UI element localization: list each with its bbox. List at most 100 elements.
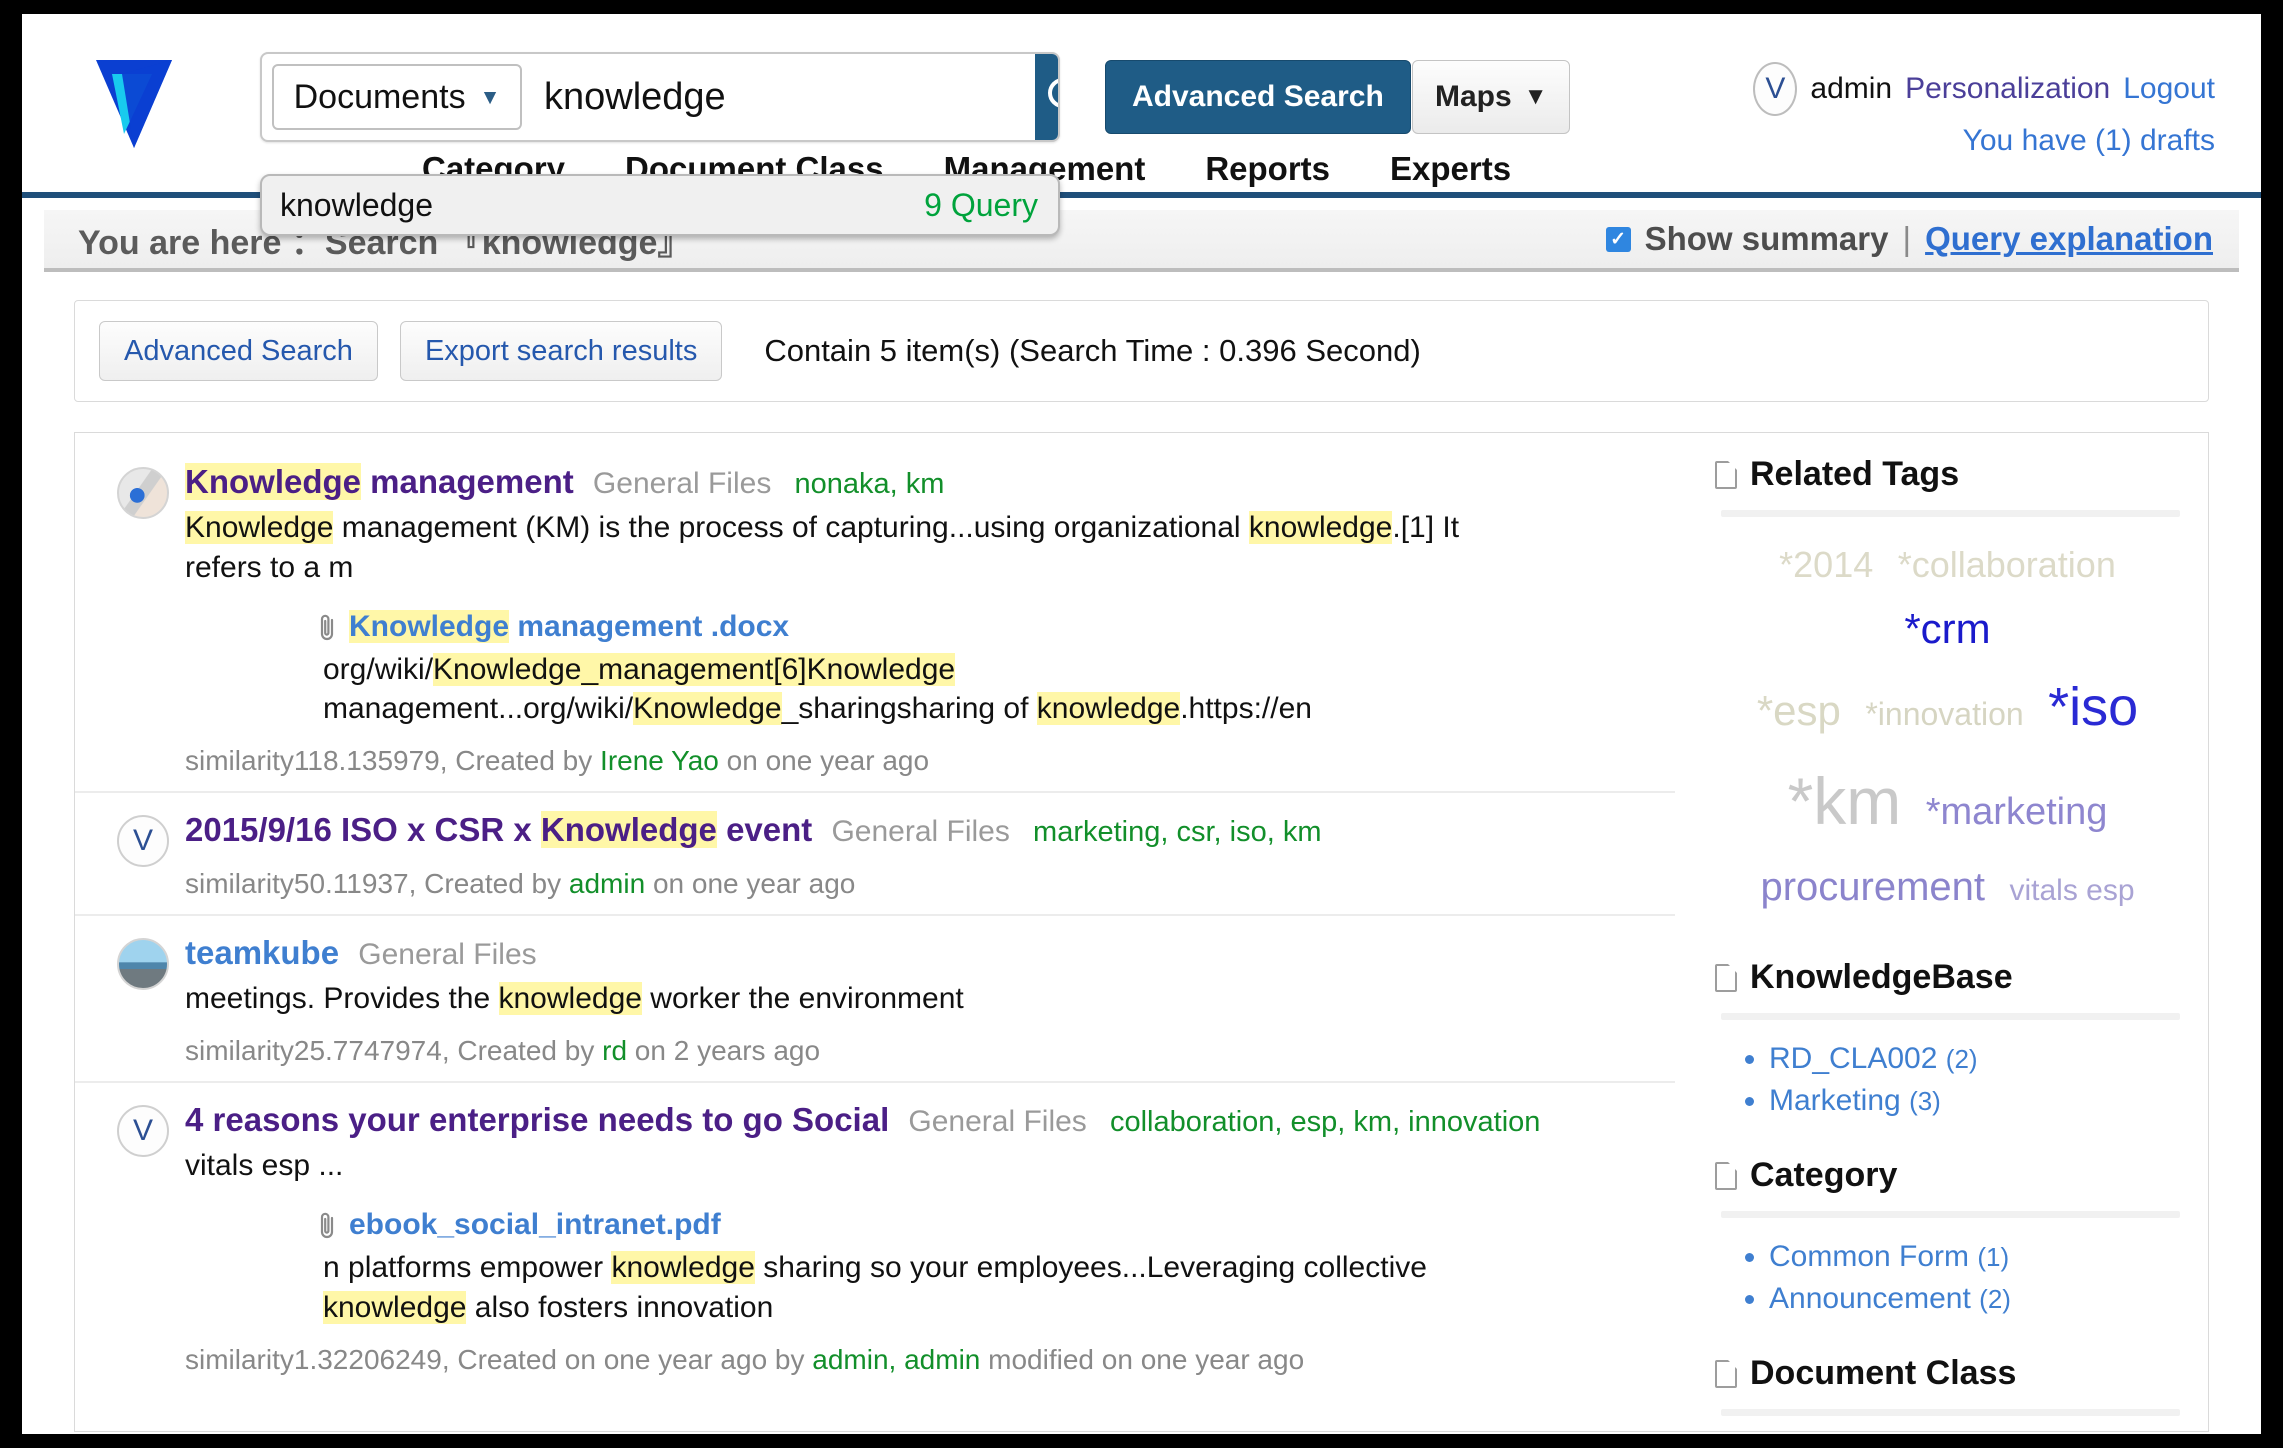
- tag-esp[interactable]: *esp: [1757, 681, 1841, 742]
- snippet-text: org/wiki/: [323, 652, 434, 686]
- result-doc-class: General Files: [831, 815, 1010, 849]
- result-title-line: Knowledge management General Files nonak…: [185, 461, 1635, 503]
- search-suggestion-item[interactable]: knowledge 9 Query: [260, 174, 1060, 236]
- result-tags[interactable]: marketing, csr, iso, km: [1033, 816, 1321, 848]
- facet-label: Announcement: [1769, 1282, 1971, 1316]
- facet-count: (2): [1945, 1044, 1978, 1075]
- tag-marketing[interactable]: *marketing: [1926, 785, 2108, 840]
- divider: [1721, 1013, 2180, 1021]
- meta-author[interactable]: Irene Yao: [600, 745, 719, 776]
- query-explanation-link[interactable]: Query explanation: [1925, 220, 2213, 258]
- tag-procurement[interactable]: procurement: [1760, 858, 1985, 916]
- attachment-link[interactable]: ebook_social_intranet.pdf: [315, 1208, 1635, 1242]
- list-item[interactable]: Common Form (1): [1769, 1240, 2180, 1274]
- snippet-highlight: Knowledge: [433, 652, 582, 686]
- content-area: Knowledge management General Files nonak…: [74, 432, 2209, 1432]
- result-thumbnail-icon: [117, 937, 169, 990]
- document-icon: [1715, 460, 1737, 489]
- suggestion-count: 9 Query: [924, 186, 1038, 223]
- tag-collaboration[interactable]: *collaboration: [1898, 539, 2116, 591]
- meta-author[interactable]: admin: [569, 868, 645, 899]
- search-result-item[interactable]: Knowledge management General Files nonak…: [75, 445, 1675, 794]
- show-summary-checkbox[interactable]: ✓: [1605, 226, 1631, 252]
- search-scope-dropdown[interactable]: Documents ▼: [272, 64, 522, 130]
- list-item[interactable]: RD_CLA002 (2): [1769, 1042, 2180, 1076]
- snippet-highlight: knowledge: [611, 1250, 755, 1284]
- search-bar: Documents ▼: [260, 52, 1060, 142]
- advanced-search-label-secondary: Advanced Search: [124, 334, 353, 367]
- result-title-link[interactable]: 2015/9/16 ISO x CSR x Knowledge event: [185, 811, 812, 849]
- suggestion-text: knowledge: [280, 186, 433, 223]
- snippet-text: n platforms empower: [323, 1250, 612, 1284]
- list-item[interactable]: Announcement (2): [1769, 1282, 2180, 1316]
- meta-suffix: on one year ago: [718, 745, 930, 777]
- search-result-item[interactable]: V 2015/9/16 ISO x CSR x Knowledge event …: [75, 793, 1675, 916]
- result-meta: similarity25.7747974, Created by rd on 2…: [185, 1035, 1635, 1067]
- snippet-highlight: knowledge: [498, 982, 642, 1016]
- meta-suffix: on one year ago: [645, 867, 856, 899]
- tag-iso[interactable]: *iso: [2048, 668, 2138, 746]
- tag-km[interactable]: *km: [1788, 754, 1902, 850]
- tag-innovation[interactable]: *innovation: [1865, 691, 2023, 737]
- attachment-link[interactable]: Knowledge management .docx: [315, 609, 1635, 644]
- search-result-item[interactable]: teamkube General Files meetings. Provide…: [75, 916, 1675, 1083]
- avatar[interactable]: V: [1753, 62, 1798, 116]
- result-meta: similarity118.135979, Created by Irene Y…: [185, 745, 1635, 777]
- screenshot-root: Documents ▼ Advanced Search Maps ▼ V: [0, 0, 2283, 1448]
- knowledgebase-list: RD_CLA002 (2) Marketing (3): [1715, 1042, 2180, 1118]
- result-doc-class: General Files: [592, 467, 772, 500]
- result-title-link[interactable]: 4 reasons your enterprise needs to go So…: [185, 1101, 889, 1138]
- snippet-text: management...org/wiki/: [323, 692, 634, 726]
- advanced-search-button-secondary[interactable]: Advanced Search: [99, 321, 378, 381]
- list-item[interactable]: Marketing (3): [1769, 1084, 2180, 1118]
- divider: |: [1902, 220, 1912, 257]
- app-logo-icon[interactable]: [84, 52, 184, 152]
- result-title-link[interactable]: Knowledge management: [185, 463, 574, 500]
- result-tags[interactable]: nonaka, km: [795, 468, 945, 500]
- tag-2014[interactable]: *2014: [1779, 539, 1873, 591]
- snippet-highlight: knowledge: [1036, 692, 1181, 726]
- related-tags-section: Related Tags *2014 *collaboration *crm *…: [1715, 455, 2180, 920]
- result-attachment: ebook_social_intranet.pdf n platforms em…: [315, 1208, 1635, 1328]
- snippet-highlight: Knowledge: [806, 652, 956, 686]
- result-doc-class: General Files: [908, 1104, 1087, 1138]
- search-input[interactable]: [522, 74, 1035, 120]
- snippet-text: sharing so your employees...Leveraging c…: [754, 1250, 1427, 1284]
- paperclip-icon: [315, 1210, 339, 1240]
- search-result-item[interactable]: V 4 reasons your enterprise needs to go …: [75, 1083, 1675, 1390]
- divider: [1721, 1211, 2180, 1219]
- related-tags-title: Related Tags: [1750, 455, 1960, 493]
- result-title-link[interactable]: teamkube: [185, 934, 339, 971]
- result-avatar-icon: V: [117, 815, 169, 868]
- chevron-down-icon: ▼: [479, 85, 501, 109]
- snippet-highlight: _management[6]: [581, 652, 807, 686]
- advanced-search-button[interactable]: Advanced Search: [1105, 60, 1411, 134]
- tag-crm[interactable]: *crm: [1904, 599, 1990, 660]
- nav-item-experts[interactable]: Experts: [1390, 150, 1511, 188]
- knowledgebase-section: KnowledgeBase RD_CLA002 (2) Marketing (3…: [1715, 958, 2180, 1118]
- advanced-search-label: Advanced Search: [1132, 80, 1384, 113]
- attachment-snippet: n platforms empower knowledge sharing so…: [323, 1248, 1523, 1328]
- user-area: V admin Personalization Logout You have …: [1515, 62, 2215, 158]
- search-submit-button[interactable]: [1035, 54, 1058, 140]
- show-summary-label: Show summary: [1644, 220, 1889, 257]
- snippet-text: also fosters innovation: [466, 1290, 774, 1324]
- meta-author[interactable]: admin, admin: [812, 1344, 980, 1375]
- result-attachment: Knowledge management .docx org/wiki/Know…: [315, 609, 1635, 730]
- export-results-button[interactable]: Export search results: [399, 321, 723, 381]
- result-tags[interactable]: collaboration, esp, km, innovation: [1110, 1106, 1540, 1138]
- document-icon: [1715, 1161, 1737, 1190]
- logout-link[interactable]: Logout: [2123, 72, 2215, 106]
- facet-count: (1): [1977, 1242, 2010, 1273]
- search-icon: [1048, 78, 1058, 108]
- meta-author[interactable]: rd: [602, 1035, 627, 1066]
- divider: [1721, 510, 2180, 517]
- result-title-line: 2015/9/16 ISO x CSR x Knowledge event Ge…: [185, 809, 1635, 851]
- personalization-link[interactable]: Personalization: [1905, 72, 2110, 106]
- avatar-initial: V: [1765, 72, 1786, 105]
- result-title-line: 4 reasons your enterprise needs to go So…: [185, 1099, 1635, 1141]
- facet-label: Marketing: [1769, 1084, 1901, 1118]
- nav-item-reports[interactable]: Reports: [1205, 150, 1330, 188]
- tag-vitals-esp[interactable]: vitals esp: [2009, 869, 2134, 913]
- snippet-highlight: knowledge: [1248, 511, 1393, 545]
